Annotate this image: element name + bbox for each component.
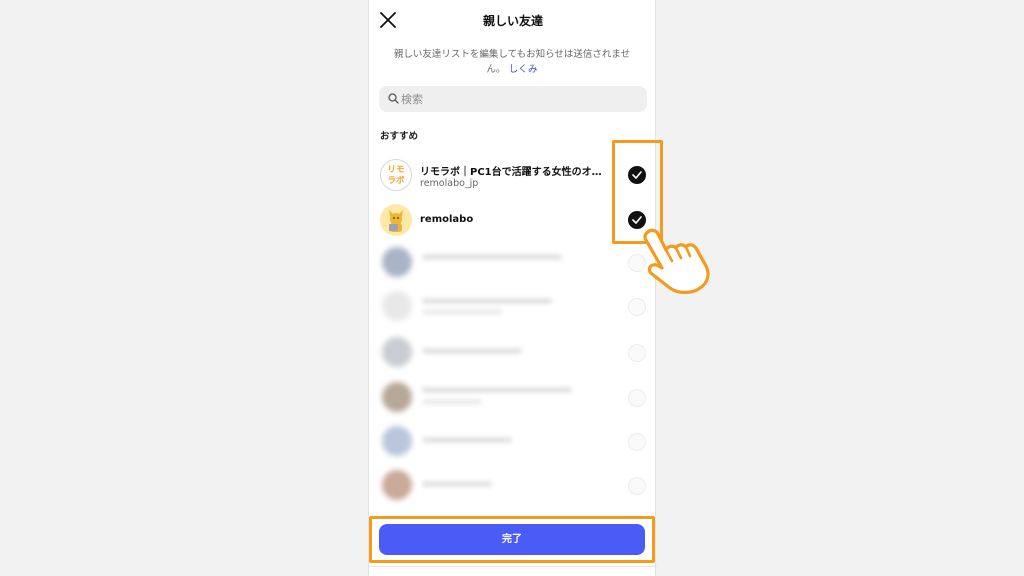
search-input[interactable] <box>401 86 631 112</box>
blurred-text <box>422 399 482 405</box>
user-name: リモラボ｜PC1台で活躍する女性のオン… <box>420 167 610 178</box>
section-label: おすすめ <box>380 131 419 142</box>
blurred-list-item[interactable] <box>369 330 657 374</box>
avatar: リモ ラボ <box>380 159 412 191</box>
avatar <box>380 204 412 236</box>
blurred-text <box>422 437 512 443</box>
blurred-list-item[interactable] <box>369 419 657 463</box>
unselected-checkbox[interactable] <box>628 344 646 362</box>
close-friends-screen: 親しい友達 親しい友達リストを編集してもお知らせは送信されません。 しくみ おす… <box>368 0 657 576</box>
search-bar[interactable] <box>379 86 647 112</box>
blurred-list-item[interactable] <box>369 284 657 328</box>
blurred-avatar <box>382 291 412 321</box>
notice-text: 親しい友達リストを編集してもお知らせは送信されません。 しくみ <box>393 47 631 77</box>
blurred-text <box>422 348 522 354</box>
avatar-text: リモ <box>387 165 405 175</box>
blurred-avatar <box>382 470 412 500</box>
user-name: remolabo <box>420 214 474 225</box>
blurred-avatar <box>382 426 412 456</box>
divider <box>369 566 657 567</box>
blurred-avatar <box>382 382 412 412</box>
how-it-works-link[interactable]: しくみ <box>509 64 538 75</box>
page-title: 親しい友達 <box>482 14 543 28</box>
blurred-avatar <box>382 247 412 277</box>
avatar-text: ラボ <box>387 176 405 186</box>
blurred-text <box>422 298 552 304</box>
blurred-text <box>422 387 572 393</box>
search-icon <box>388 93 399 104</box>
unselected-checkbox[interactable] <box>628 298 646 316</box>
blurred-text <box>422 481 492 487</box>
blurred-list-item[interactable] <box>369 240 657 284</box>
cat-mascot-icon <box>389 210 403 232</box>
unselected-checkbox[interactable] <box>628 477 646 495</box>
user-handle: remolabo_jp <box>420 178 479 189</box>
blurred-list-item[interactable] <box>369 375 657 419</box>
blurred-text <box>422 254 562 260</box>
blurred-text <box>422 309 502 315</box>
blurred-list-item[interactable] <box>369 463 657 507</box>
unselected-checkbox[interactable] <box>628 389 646 407</box>
done-button-highlight-frame <box>369 516 655 563</box>
pointing-hand-icon <box>643 228 710 295</box>
unselected-checkbox[interactable] <box>628 433 646 451</box>
header: 親しい友達 <box>369 0 657 40</box>
blurred-avatar <box>382 337 412 367</box>
